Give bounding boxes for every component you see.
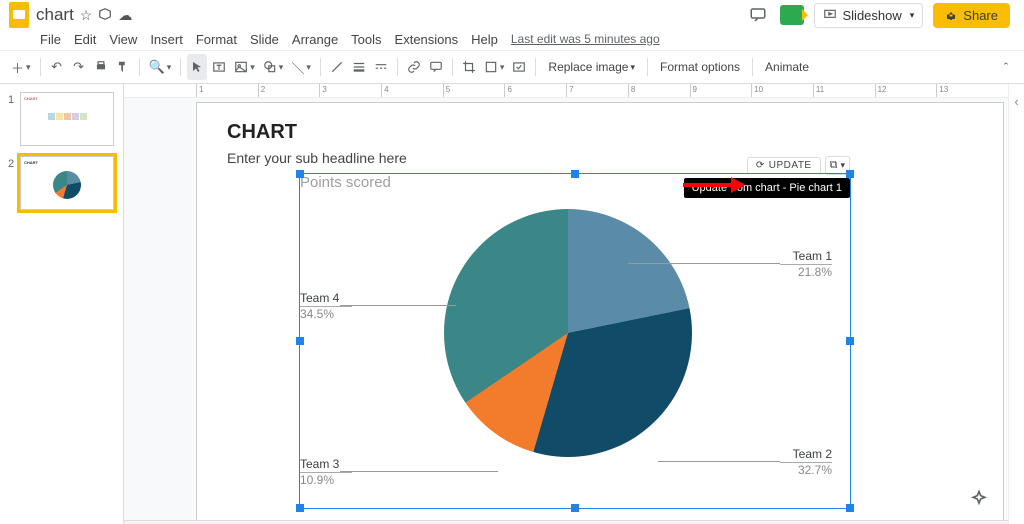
redo-button[interactable]: ↷ (69, 54, 89, 80)
slideshow-label: Slideshow (843, 8, 902, 23)
slide-thumbnail-1[interactable]: CHART (20, 92, 114, 146)
border-color-button[interactable] (327, 54, 347, 80)
replace-image-button[interactable]: Replace image▾ (542, 54, 641, 80)
toolbar: ＋▾ ↶ ↷ 🔍▾ ▾ ▾ ＼▾ ▾ Replace image▾ Format… (0, 50, 1024, 84)
textbox-tool[interactable] (209, 54, 229, 80)
link-icon: ⧉ (830, 159, 838, 172)
menu-arrange[interactable]: Arrange (292, 32, 338, 47)
horizontal-ruler: 123 456 789 101112 13 (124, 84, 1008, 98)
label-team-2: Team 232.7% (780, 447, 832, 478)
slideshow-button[interactable]: Slideshow ▾ (814, 3, 924, 28)
comment-button[interactable] (426, 54, 446, 80)
menu-edit[interactable]: Edit (74, 32, 96, 47)
cloud-icon[interactable]: ☁ (118, 7, 132, 24)
slide-container: CHART Enter your sub headline here ⟳ UPD… (196, 102, 1004, 524)
collapse-toolbar-button[interactable]: ˆ (996, 54, 1016, 80)
title-bar: chart ☆ ☁ Slideshow ▾ Share (0, 0, 1024, 28)
update-label: UPDATE (769, 160, 812, 171)
annotation-arrow (683, 183, 743, 187)
meet-icon[interactable] (780, 3, 804, 27)
header-right-actions: Slideshow ▾ Share (746, 3, 1011, 28)
new-slide-button[interactable]: ＋▾ (8, 54, 34, 80)
chevron-down-icon: ▾ (910, 10, 915, 21)
menu-bar: File Edit View Insert Format Slide Arran… (0, 28, 1024, 50)
reset-image-button[interactable] (509, 54, 529, 80)
undo-button[interactable]: ↶ (47, 54, 67, 80)
print-button[interactable] (91, 54, 111, 80)
crop-button[interactable] (459, 54, 479, 80)
slides-logo-icon[interactable] (8, 4, 30, 26)
slide-thumbnail-2[interactable]: CHART (20, 156, 114, 210)
select-tool[interactable] (187, 54, 207, 80)
canvas-area[interactable]: 123 456 789 101112 13 CHART Enter your s… (124, 84, 1008, 524)
menu-view[interactable]: View (109, 32, 137, 47)
link-button[interactable] (404, 54, 424, 80)
share-button[interactable]: Share (933, 3, 1010, 28)
zoom-button[interactable]: 🔍▾ (146, 54, 175, 80)
side-rail-chevron-icon[interactable]: ‹ (1014, 94, 1018, 109)
side-rail: ‹ (1008, 84, 1024, 524)
pie-chart (444, 209, 692, 457)
slide-title[interactable]: CHART (227, 121, 973, 144)
film-strip[interactable]: 1 CHART 2 CHART (0, 84, 124, 524)
paint-format-button[interactable] (113, 54, 133, 80)
share-label: Share (963, 8, 998, 23)
chart-controls: ⟳ UPDATE ⧉ ▾ (747, 154, 850, 176)
slide-subtitle[interactable]: Enter your sub headline here (227, 150, 973, 166)
format-options-button[interactable]: Format options (654, 54, 746, 80)
last-edit-text[interactable]: Last edit was 5 minutes ago (511, 32, 660, 46)
thumb-number-2: 2 (8, 156, 20, 170)
animate-button[interactable]: Animate (759, 54, 815, 80)
star-icon[interactable]: ☆ (80, 7, 93, 24)
mask-button[interactable]: ▾ (481, 54, 508, 80)
menu-slide[interactable]: Slide (250, 32, 279, 47)
menu-format[interactable]: Format (196, 32, 237, 47)
shape-tool[interactable]: ▾ (260, 54, 287, 80)
label-team-1: Team 121.8% (780, 249, 832, 280)
menu-extensions[interactable]: Extensions (395, 32, 459, 47)
menu-file[interactable]: File (40, 32, 61, 47)
refresh-icon: ⟳ (756, 160, 765, 171)
document-title[interactable]: chart (36, 5, 74, 25)
move-icon[interactable] (98, 7, 112, 24)
slide[interactable]: CHART Enter your sub headline here ⟳ UPD… (196, 102, 1004, 524)
menu-help[interactable]: Help (471, 32, 498, 47)
chevron-down-icon: ▾ (840, 160, 845, 171)
line-tool[interactable]: ＼▾ (288, 54, 314, 80)
linked-options-button[interactable]: ⧉ ▾ (825, 156, 850, 175)
border-weight-button[interactable] (349, 54, 369, 80)
update-chart-button[interactable]: ⟳ UPDATE (747, 157, 821, 174)
explore-button[interactable] (964, 484, 994, 514)
label-team-4: Team 434.5% (300, 291, 352, 322)
speaker-notes-divider[interactable] (124, 520, 1008, 524)
image-tool[interactable]: ▾ (231, 54, 258, 80)
menu-insert[interactable]: Insert (150, 32, 183, 47)
thumb-number-1: 1 (8, 92, 20, 106)
comments-icon[interactable] (746, 3, 770, 27)
main-area: 1 CHART 2 CHART 123 456 789 101112 13 (0, 84, 1024, 524)
border-dash-button[interactable] (371, 54, 391, 80)
embedded-chart[interactable]: ⟳ UPDATE ⧉ ▾ Update from chart - Pie cha… (299, 173, 851, 509)
pie-area: Team 121.8% Team 232.7% Team 310.9% Team… (300, 195, 850, 507)
title-icon-group: ☆ ☁ (80, 7, 133, 24)
label-team-3: Team 310.9% (300, 457, 352, 488)
menu-tools[interactable]: Tools (351, 32, 381, 47)
